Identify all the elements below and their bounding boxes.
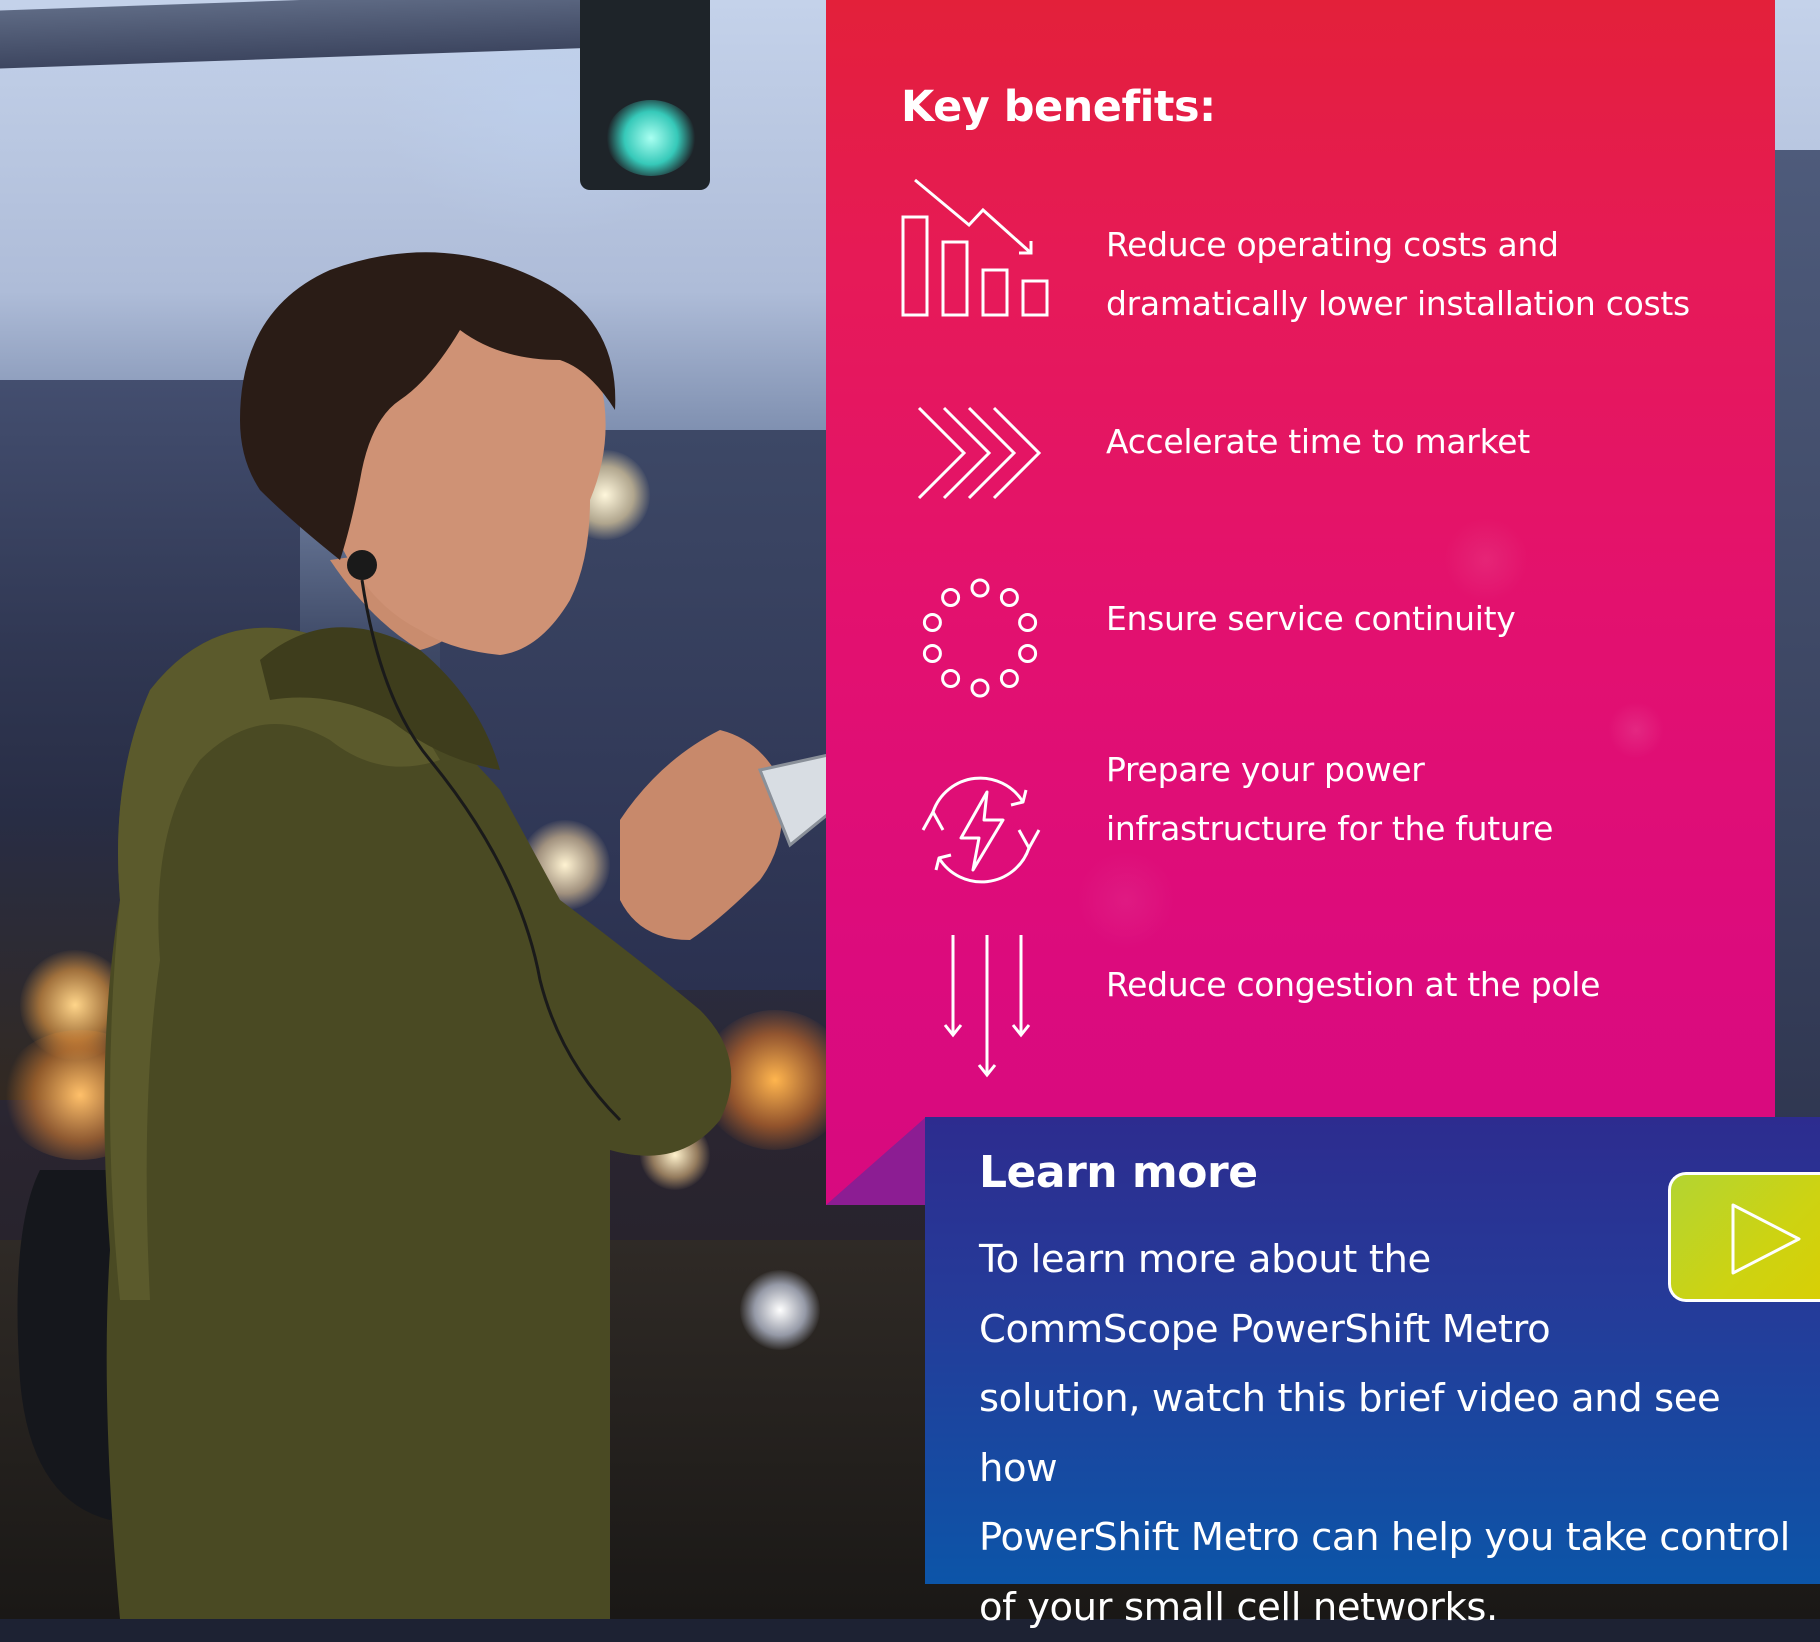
ring-dot — [924, 615, 940, 631]
benefit-line: Ensure service continuity — [1106, 589, 1746, 648]
panel-fold-corner — [826, 1117, 926, 1205]
play-video-button[interactable] — [1668, 1172, 1820, 1302]
ring-dot — [924, 646, 940, 662]
ring-dot — [1001, 671, 1017, 687]
benefit-line: infrastructure for the future — [1106, 799, 1746, 858]
ring-dot — [972, 580, 988, 596]
key-benefits-title: Key benefits: — [901, 82, 1216, 132]
ring-dot — [943, 671, 959, 687]
benefit-text: Accelerate time to market — [1106, 412, 1746, 471]
ring-dot — [1020, 646, 1036, 662]
ring-dot — [1001, 590, 1017, 606]
benefit-line: Prepare your power — [1106, 740, 1746, 799]
power-refresh-icon — [911, 760, 1051, 900]
benefit-line: Accelerate time to market — [1106, 412, 1746, 471]
play-icon — [1729, 1201, 1805, 1277]
benefit-text: Prepare your power infrastructure for th… — [1106, 740, 1746, 858]
down-arrows-icon — [936, 930, 1036, 1080]
benefit-text: Ensure service continuity — [1106, 589, 1746, 648]
benefit-text: Reduce congestion at the pole — [1106, 955, 1746, 1014]
learn-more-title: Learn more — [979, 1147, 1258, 1198]
benefit-line: dramatically lower installation costs — [1106, 274, 1746, 333]
benefit-text: Reduce operating costs and dramatically … — [1106, 215, 1746, 333]
learn-more-line: of your small cell networks. — [979, 1573, 1809, 1642]
learn-more-line: CommScope PowerShift Metro — [979, 1295, 1809, 1365]
declining-bar-chart-icon — [901, 175, 1061, 320]
ring-dot — [1020, 615, 1036, 631]
triple-chevron-right-icon — [914, 405, 1054, 505]
ring-dot — [972, 680, 988, 696]
learn-more-line: PowerShift Metro can help you take contr… — [979, 1503, 1809, 1573]
key-benefits-panel: Key benefits: Reduce operating costs and… — [826, 0, 1775, 1205]
ring-dot — [943, 590, 959, 606]
learn-more-line: solution, watch this brief video and see… — [979, 1364, 1809, 1503]
benefit-line: Reduce operating costs and — [1106, 215, 1746, 274]
circle-of-dots-icon — [915, 573, 1045, 703]
benefit-line: Reduce congestion at the pole — [1106, 955, 1746, 1014]
woman-with-phone — [0, 0, 900, 1619]
